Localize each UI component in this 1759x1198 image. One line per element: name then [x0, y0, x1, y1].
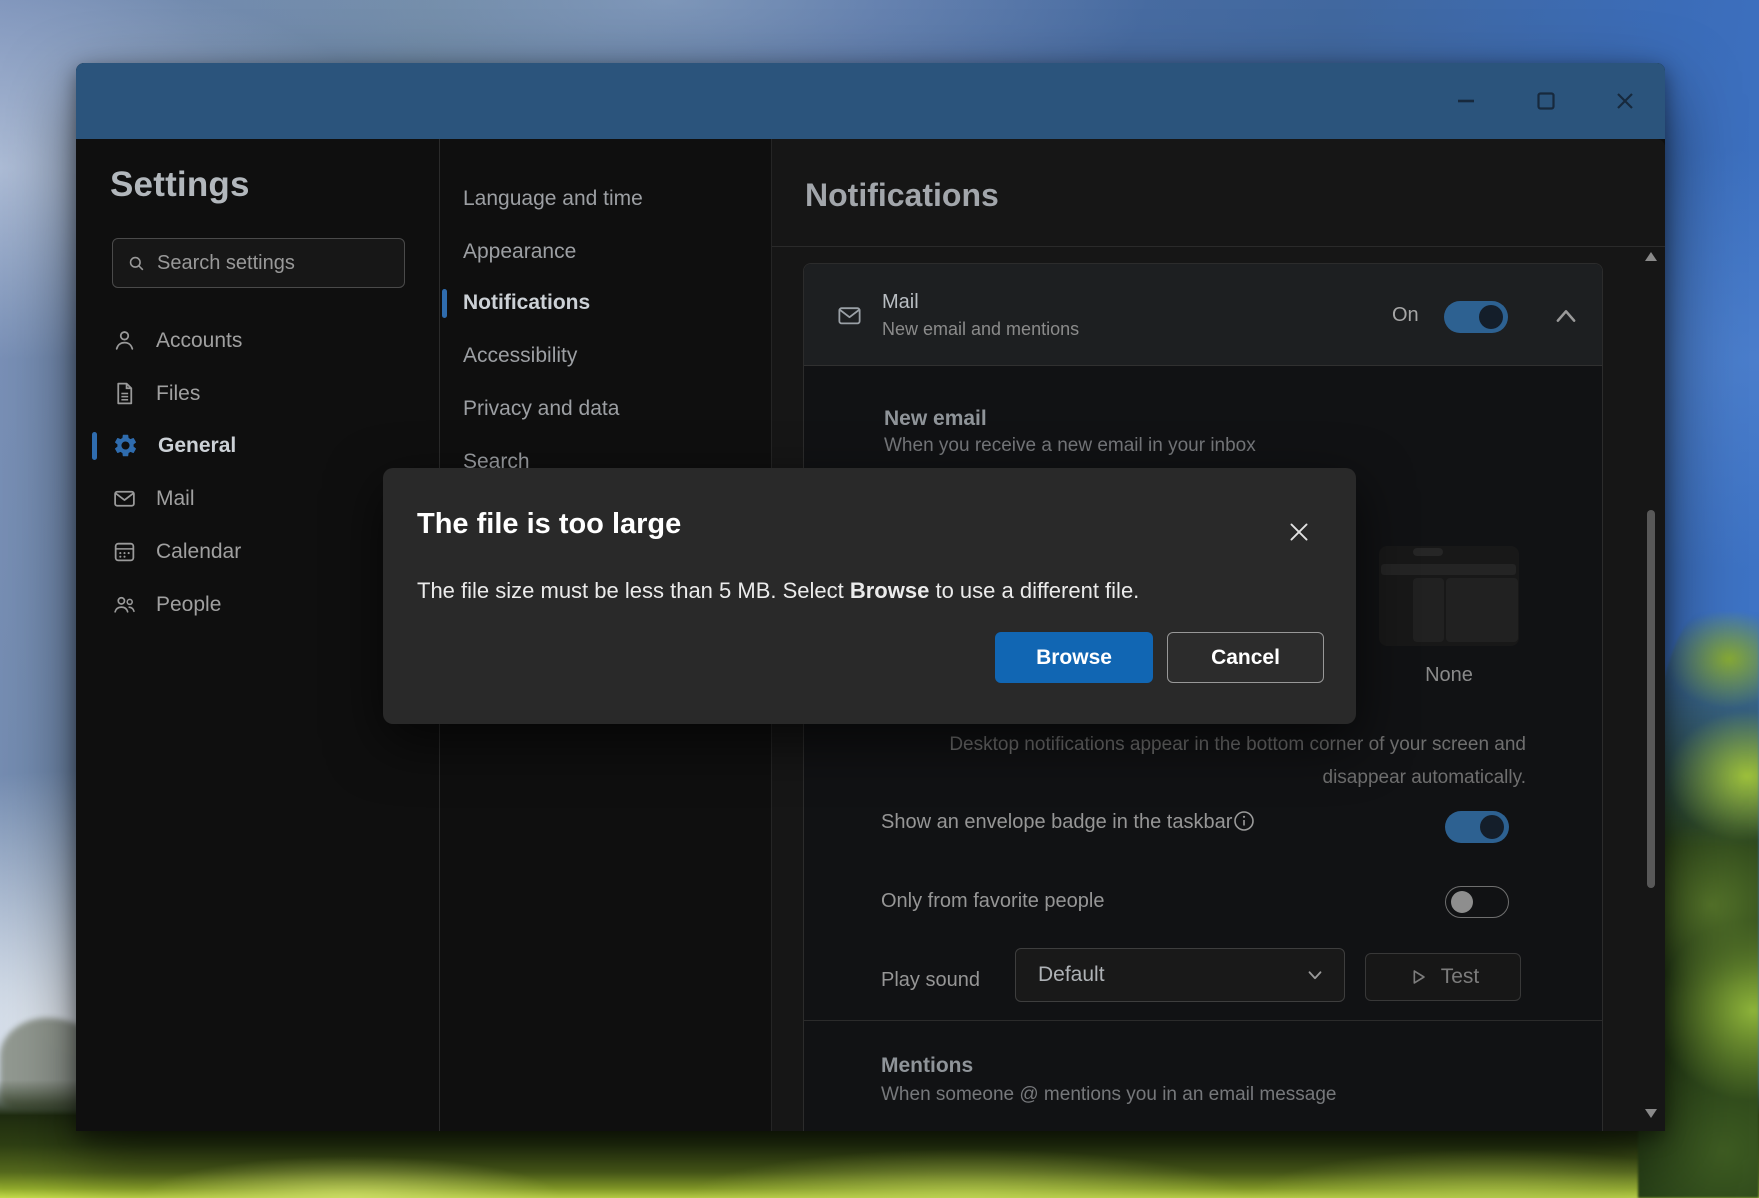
mail-card-title: Mail: [882, 291, 919, 314]
browse-button[interactable]: Browse: [995, 632, 1153, 683]
mail-card-header[interactable]: Mail New email and mentions On: [804, 264, 1603, 366]
notification-style-none-preview[interactable]: [1379, 546, 1519, 646]
people-icon: [112, 592, 137, 617]
favorites-toggle[interactable]: [1445, 886, 1509, 918]
calendar-icon: [112, 539, 137, 564]
search-input[interactable]: Search settings: [112, 238, 405, 288]
search-placeholder: Search settings: [157, 252, 295, 275]
preview-panel-right: [1446, 578, 1518, 642]
sound-dropdown-value: Default: [1038, 963, 1304, 987]
sidebar-item-accounts[interactable]: Accounts: [92, 314, 424, 367]
sidebar-item-label: Calendar: [156, 540, 241, 564]
nav-item-appearance[interactable]: Appearance: [463, 240, 576, 264]
mail-card-subtitle: New email and mentions: [882, 319, 1079, 340]
nav-item-privacy-and-data[interactable]: Privacy and data: [463, 397, 619, 421]
description-line-2: disappear automatically.: [904, 761, 1526, 794]
desktop: Settings Search settings Accounts Files …: [0, 0, 1759, 1198]
chevron-down-icon: [1304, 964, 1326, 986]
maximize-icon: [1535, 90, 1557, 112]
toggle-state-label: On: [1392, 304, 1419, 327]
minimize-icon: [1455, 90, 1477, 112]
badge-toggle[interactable]: [1445, 811, 1509, 843]
sidebar-item-general[interactable]: General: [92, 419, 424, 472]
person-icon: [112, 328, 137, 353]
page-title: Settings: [110, 165, 250, 205]
sidebar-item-label: General: [158, 434, 236, 458]
preview-bar: [1381, 564, 1516, 575]
favorites-toggle-label: Only from favorite people: [881, 890, 1104, 913]
dialog-message-suffix: to use a different file.: [929, 578, 1139, 603]
test-button-label: Test: [1441, 965, 1480, 989]
new-email-subtitle: When you receive a new email in your inb…: [884, 435, 1256, 457]
mentions-subtitle: When someone @ mentions you in an email …: [881, 1084, 1336, 1106]
sidebar-item-calendar[interactable]: Calendar: [92, 525, 424, 578]
dialog-message-prefix: The file size must be less than 5 MB. Se…: [417, 578, 850, 603]
file-too-large-dialog: The file is too large The file size must…: [383, 468, 1356, 724]
info-icon[interactable]: [1232, 809, 1256, 833]
settings-window: Settings Search settings Accounts Files …: [76, 63, 1665, 1131]
mail-notifications-toggle[interactable]: [1444, 301, 1508, 333]
mail-icon: [836, 302, 863, 329]
dialog-message-bold: Browse: [850, 578, 929, 603]
sidebar-item-label: Files: [156, 382, 200, 406]
scrollbar-thumb[interactable]: [1647, 510, 1655, 888]
nav-active-indicator: [442, 289, 447, 318]
section-divider: [804, 1020, 1603, 1021]
play-sound-label: Play sound: [881, 969, 980, 992]
maximize-button[interactable]: [1523, 83, 1569, 119]
scroll-down-arrow[interactable]: [1645, 1109, 1657, 1118]
chevron-up-icon[interactable]: [1552, 304, 1580, 328]
sidebar-item-label: People: [156, 593, 221, 617]
sidebar-item-label: Mail: [156, 487, 195, 511]
sound-dropdown[interactable]: Default: [1015, 948, 1345, 1002]
sidebar-item-people[interactable]: People: [92, 578, 424, 631]
minimize-button[interactable]: [1443, 83, 1489, 119]
scroll-up-arrow[interactable]: [1645, 252, 1657, 261]
notification-style-none-label: None: [1379, 664, 1519, 687]
gear-icon: [112, 432, 139, 459]
header-divider: [772, 246, 1665, 247]
nav-item-notifications[interactable]: Notifications: [463, 291, 590, 315]
close-icon: [1286, 519, 1312, 545]
sidebar-item-mail[interactable]: Mail: [92, 472, 424, 525]
title-bar[interactable]: [76, 63, 1665, 139]
close-window-button[interactable]: [1602, 83, 1648, 119]
preview-panel-left: [1413, 578, 1444, 642]
mail-icon: [112, 486, 137, 511]
description-line-1: Desktop notifications appear in the bott…: [904, 728, 1526, 761]
badge-toggle-label: Show an envelope badge in the taskbar: [881, 811, 1232, 834]
close-icon: [1614, 90, 1636, 112]
cancel-button[interactable]: Cancel: [1167, 632, 1324, 683]
dialog-message: The file size must be less than 5 MB. Se…: [417, 578, 1327, 604]
toggle-knob: [1480, 815, 1504, 839]
play-icon: [1407, 966, 1429, 988]
toggle-knob: [1451, 891, 1473, 913]
desktop-notifications-description: Desktop notifications appear in the bott…: [904, 728, 1526, 794]
dialog-close-button[interactable]: [1281, 514, 1317, 550]
section-title: Notifications: [805, 177, 999, 214]
nav-item-language-and-time[interactable]: Language and time: [463, 187, 643, 211]
preview-pill: [1413, 548, 1443, 556]
file-icon: [112, 381, 137, 406]
mentions-title: Mentions: [881, 1054, 973, 1078]
dialog-title: The file is too large: [417, 508, 681, 541]
search-icon: [127, 254, 146, 273]
test-sound-button[interactable]: Test: [1365, 953, 1521, 1001]
toggle-knob: [1479, 305, 1503, 329]
nav-item-accessibility[interactable]: Accessibility: [463, 344, 577, 368]
new-email-title: New email: [884, 407, 987, 431]
sidebar-item-files[interactable]: Files: [92, 367, 424, 420]
sidebar-item-label: Accounts: [156, 329, 242, 353]
